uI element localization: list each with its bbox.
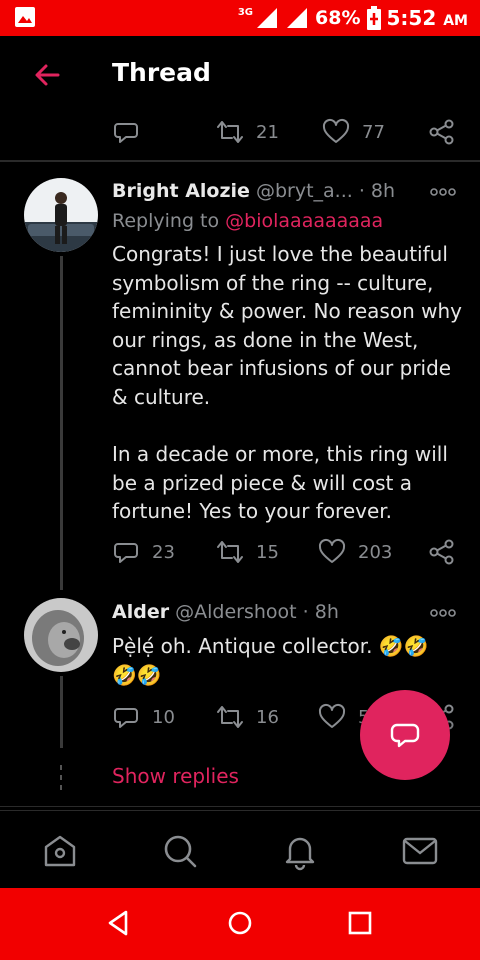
status-bar: 3G 68% 5:52 AM xyxy=(0,0,480,36)
compose-reply-button[interactable] xyxy=(360,690,450,780)
reply-action[interactable]: 23 xyxy=(112,538,175,566)
battery-percent: 68% xyxy=(315,7,361,29)
page-title: Thread xyxy=(112,58,211,87)
system-home-icon[interactable] xyxy=(225,908,255,938)
comment-icon xyxy=(114,708,138,728)
tweet-header: Alder @Aldershoot · 8h xyxy=(112,601,339,623)
retweet-action[interactable]: 15 xyxy=(216,538,279,566)
retweet-count: 15 xyxy=(256,541,279,563)
retweet-count: 21 xyxy=(256,121,279,143)
system-back-icon[interactable] xyxy=(104,908,134,938)
back-arrow-icon[interactable] xyxy=(30,58,64,92)
share-icon xyxy=(429,119,454,145)
thread-line xyxy=(60,676,63,748)
retweet-icon xyxy=(217,541,243,563)
replying-to: Replying to @biolaaaaaaaaa xyxy=(112,210,383,232)
list-end-divider xyxy=(0,806,480,807)
thread-line xyxy=(60,256,63,590)
like-action[interactable]: 203 xyxy=(318,538,392,566)
parent-tweet-actions: 21 77 xyxy=(112,118,462,154)
comment-icon xyxy=(114,123,138,143)
display-name[interactable]: Alder xyxy=(112,601,169,623)
like-count: 203 xyxy=(358,541,393,563)
share-action[interactable] xyxy=(428,118,456,146)
tweet-divider xyxy=(0,160,480,162)
system-navigation-bar xyxy=(0,888,480,960)
more-replies-dots-icon xyxy=(60,765,62,790)
avatar-bright-alozie[interactable] xyxy=(24,178,98,252)
reply-action[interactable] xyxy=(112,118,140,146)
show-replies-link[interactable]: Show replies xyxy=(112,764,239,788)
display-name[interactable]: Bright Alozie xyxy=(112,180,250,202)
tweet-header: Bright Alozie @bryt_a... · 8h xyxy=(112,180,395,202)
share-action[interactable] xyxy=(428,538,456,566)
retweet-count: 16 xyxy=(256,706,279,728)
reply-action[interactable]: 10 xyxy=(112,703,175,731)
handle: @Aldershoot xyxy=(175,601,297,623)
mention-link[interactable]: @biolaaaaaaaaa xyxy=(225,210,383,232)
more-options-icon[interactable] xyxy=(430,607,456,619)
signal-icon-2 xyxy=(287,8,308,28)
reply-count: 23 xyxy=(152,541,175,563)
share-icon xyxy=(429,539,454,565)
heart-icon xyxy=(318,538,346,563)
search-icon[interactable] xyxy=(160,831,200,871)
heart-icon xyxy=(322,118,350,143)
app-header: Thread xyxy=(0,36,480,114)
more-options-icon[interactable] xyxy=(430,186,456,198)
avatar-image xyxy=(24,598,98,672)
bottom-navigation xyxy=(0,810,480,888)
timestamp: · 8h xyxy=(358,180,396,202)
tweet-text: Congrats! I just love the beautiful symb… xyxy=(112,242,462,524)
like-count: 77 xyxy=(362,121,385,143)
image-notification-icon xyxy=(15,7,35,27)
replying-label: Replying to xyxy=(112,210,220,232)
handle: @bryt_a... xyxy=(255,180,353,202)
retweet-action[interactable]: 16 xyxy=(216,703,279,731)
retweet-action[interactable]: 21 xyxy=(216,118,279,146)
mail-icon[interactable] xyxy=(400,831,440,871)
timestamp: · 8h xyxy=(302,601,339,623)
tweet-text: Pẹ̀lẹ́ oh. Antique collector. 🤣🤣 🤣🤣 xyxy=(112,634,429,687)
system-recents-icon[interactable] xyxy=(345,908,375,938)
network-type: 3G xyxy=(237,6,254,18)
heart-icon xyxy=(318,703,346,728)
retweet-icon xyxy=(217,121,243,143)
retweet-icon xyxy=(217,706,243,728)
signal-icon xyxy=(257,8,278,28)
comment-icon xyxy=(114,543,138,563)
compose-reply-icon xyxy=(390,723,420,748)
like-action[interactable]: 77 xyxy=(322,118,385,146)
battery-charging-icon xyxy=(366,6,381,30)
reply-count: 10 xyxy=(152,706,175,728)
avatar-image xyxy=(24,178,98,252)
bell-icon[interactable] xyxy=(280,831,320,871)
avatar-alder[interactable] xyxy=(24,598,98,672)
clock: 5:52 AM xyxy=(386,6,469,30)
tweet-actions: 23 15 203 xyxy=(112,538,462,574)
home-icon[interactable] xyxy=(40,831,80,871)
